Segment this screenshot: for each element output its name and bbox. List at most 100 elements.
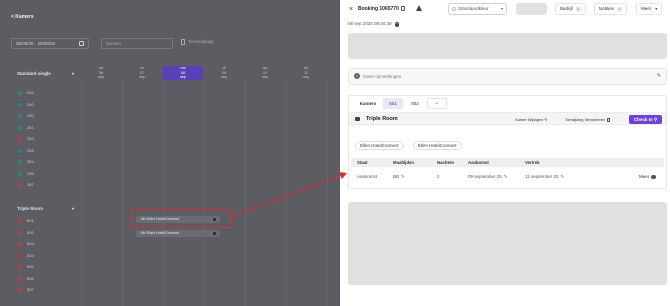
room-row[interactable]: 502 bbox=[18, 229, 34, 236]
guest-chip[interactable]: Ellen HotelConnect bbox=[413, 141, 462, 150]
cell-aankomst-value: 09 september 25 bbox=[468, 174, 502, 179]
room-row[interactable]: 254 bbox=[18, 159, 34, 165]
room-row[interactable]: 255 bbox=[18, 171, 34, 177]
room-row[interactable]: 257 bbox=[18, 182, 34, 188]
tab-kamers[interactable]: Kamers bbox=[355, 98, 381, 109]
grid-divider bbox=[245, 80, 246, 306]
change-room-label: Kamer Wijzigen bbox=[515, 117, 544, 122]
booking-title: Booking 1065770 bbox=[358, 6, 399, 12]
edit-pencil-icon[interactable]: ✎ bbox=[657, 69, 661, 84]
disabled-action-button[interactable] bbox=[516, 3, 547, 15]
booking-bar[interactable]: Mr Ellen HotelConnect bbox=[136, 230, 220, 237]
room-status-dot bbox=[18, 265, 22, 269]
edit-pencil-icon[interactable]: ✎ bbox=[401, 174, 405, 179]
day-column-header[interactable]: za 06 sep bbox=[81, 66, 121, 80]
search-input[interactable]: Zoeken bbox=[101, 38, 173, 49]
column-header-vertrek: Vertrek bbox=[525, 160, 540, 165]
room-status-dot bbox=[18, 288, 22, 292]
group-name: Triple Room bbox=[17, 206, 44, 211]
group-header-triple-room[interactable]: Triple Room ▾ bbox=[11, 204, 76, 213]
day-month: sep bbox=[97, 75, 105, 80]
copy-icon[interactable] bbox=[401, 6, 405, 11]
remarks-text: Geen opmerkingen bbox=[363, 74, 402, 79]
add-icon[interactable]: + bbox=[394, 21, 400, 27]
day-column-header[interactable]: ma 08 sep bbox=[163, 66, 203, 80]
room-row[interactable]: 504 bbox=[18, 253, 34, 259]
column-header-aankomst: Aankomst bbox=[468, 160, 489, 165]
booking-timestamp: 08 sep 2025 09:40:39 + bbox=[348, 21, 400, 27]
grid-divider bbox=[204, 80, 205, 306]
back-to-rooms-link[interactable]: < Kamers bbox=[11, 14, 34, 20]
guest-chip[interactable]: Ellen HotelConnect bbox=[355, 141, 404, 150]
cell-vertrek[interactable]: 11 september 25 ✎ bbox=[525, 173, 564, 181]
room-number: 251 bbox=[27, 124, 34, 130]
chevron-down-icon: ▾ bbox=[500, 6, 503, 11]
room-row[interactable]: 250 bbox=[18, 113, 34, 119]
room-number: 502 bbox=[27, 229, 34, 235]
cell-maaltijden[interactable]: BB ✎ bbox=[393, 173, 405, 181]
tab-meer[interactable]: Meer ▾ bbox=[636, 3, 663, 15]
chevron-down-icon: ▾ bbox=[655, 6, 658, 11]
grid-divider bbox=[81, 80, 82, 306]
room-number: 257 bbox=[27, 182, 34, 187]
day-column-header[interactable]: do 11 sep bbox=[286, 66, 326, 80]
room-status-dot bbox=[18, 219, 22, 223]
color-select[interactable]: Standaardkleur ▾ bbox=[448, 3, 507, 15]
column-header-staat: Staat bbox=[357, 160, 368, 165]
day-column-header[interactable]: zo 07 sep bbox=[122, 66, 162, 80]
room-row[interactable]: 505 bbox=[18, 264, 34, 270]
tab-bedrijf[interactable]: Bedrijf 0 bbox=[555, 3, 586, 15]
day-column-header[interactable]: vr12sep bbox=[327, 66, 340, 80]
edit-pencil-icon[interactable]: ✎ bbox=[504, 174, 508, 179]
tab-notities[interactable]: Notities 0 bbox=[594, 3, 627, 15]
room-status-dot bbox=[18, 230, 22, 235]
room-row[interactable]: 240 bbox=[18, 101, 34, 108]
room-type-title: Triple Room bbox=[366, 116, 398, 122]
group-header-standard-single[interactable]: Standard single ▾ bbox=[11, 69, 76, 78]
calendar-icon[interactable] bbox=[79, 41, 84, 46]
grid-divider bbox=[163, 80, 164, 306]
room-number: 506 bbox=[27, 275, 34, 281]
room-status-dot bbox=[18, 276, 22, 281]
change-assignment-button[interactable]: Toewijzing Veranderen bbox=[565, 113, 611, 126]
annotation-highlight-box bbox=[131, 209, 231, 228]
room-tab-501[interactable]: 501 bbox=[383, 98, 403, 109]
add-room-tab[interactable]: + bbox=[427, 98, 447, 109]
day-column-header[interactable]: di 09 sep bbox=[204, 66, 244, 80]
close-icon[interactable]: × bbox=[349, 6, 353, 13]
change-assignment-label: Toewijzing Veranderen bbox=[565, 117, 606, 122]
cell-aankomst[interactable]: 09 september 25 ✎ bbox=[468, 173, 508, 181]
room-tab-502[interactable]: 502 bbox=[405, 98, 425, 109]
room-number: 253 bbox=[27, 147, 34, 153]
loading-placeholder bbox=[348, 33, 667, 59]
check-in-button[interactable]: Check In ⚲ bbox=[629, 115, 662, 124]
room-row[interactable]: 501 bbox=[18, 218, 34, 224]
row-more-button[interactable]: Meer bbox=[639, 173, 656, 181]
key-icon: ⚲ bbox=[653, 117, 658, 122]
timestamp-text: 08 sep 2025 09:40:39 bbox=[348, 21, 392, 26]
day-column-header[interactable]: wo 10 sep bbox=[245, 66, 285, 80]
change-room-button[interactable]: Kamer Wijzigen ✎ bbox=[515, 113, 548, 126]
room-row[interactable]: 251 bbox=[18, 124, 34, 131]
more-icon bbox=[651, 174, 656, 180]
room-number: 249 bbox=[27, 90, 34, 95]
room-number: 240 bbox=[27, 101, 34, 107]
warning-icon[interactable] bbox=[416, 5, 422, 11]
room-status-dot bbox=[18, 183, 22, 187]
room-row[interactable]: 503 bbox=[18, 241, 34, 247]
terminal-map-toggle[interactable]: Terminalmap bbox=[181, 39, 214, 45]
grid-divider bbox=[286, 80, 287, 306]
room-row[interactable]: 253 bbox=[18, 147, 34, 154]
room-row[interactable]: 507 bbox=[18, 287, 34, 293]
booking-guest-name: Mr Ellen HotelConnect bbox=[141, 231, 179, 235]
edit-pencil-icon[interactable]: ✎ bbox=[560, 174, 564, 179]
room-status-dot bbox=[18, 148, 22, 153]
room-row[interactable]: 249 bbox=[18, 90, 34, 96]
column-header-nachten: Nachten bbox=[437, 160, 454, 165]
room-number: 505 bbox=[27, 264, 34, 269]
room-row[interactable]: 506 bbox=[18, 275, 34, 282]
booking-detail-panel: × Booking 1065770 Standaardkleur ▾ Bedri… bbox=[340, 0, 670, 306]
room-status-dot bbox=[18, 160, 22, 164]
date-range-field[interactable]: 06/09/25 - 20/09/25 bbox=[11, 38, 89, 49]
room-row[interactable]: 252 bbox=[18, 136, 34, 142]
